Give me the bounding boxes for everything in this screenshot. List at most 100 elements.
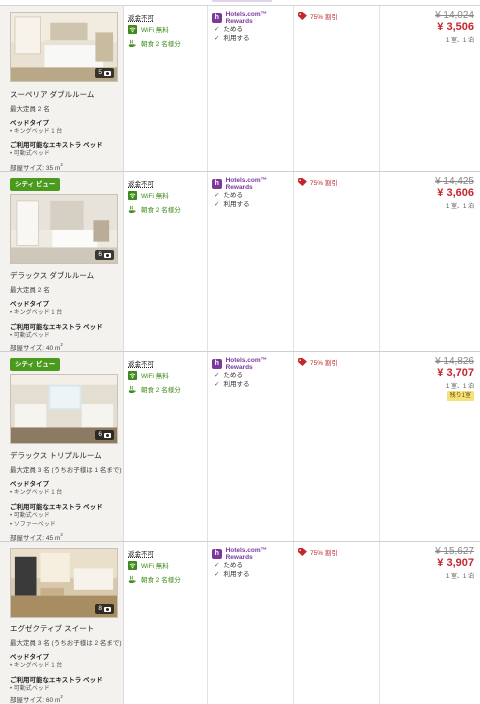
- view-badge: シティ ビュー: [10, 358, 61, 371]
- room-row: 5 スーペリア ダブルルーム 最大定員 2 名 ベッドタイプ キングベッド 1 …: [0, 6, 480, 172]
- rewards-cell: hHotels.com™ Rewards ためる 利用する: [208, 172, 294, 351]
- room-capacity: 最大定員 3 名 (うちお子様は 1 名まで): [10, 467, 122, 474]
- photo-count-badge[interactable]: 6: [95, 430, 114, 440]
- wifi-label: WiFi 無料: [141, 373, 169, 380]
- rewards-redeem: 利用する: [214, 378, 249, 388]
- wifi-amenity: WiFi 無料: [128, 190, 169, 200]
- extra-bed-item: ソファーベッド: [10, 519, 56, 528]
- room-photo[interactable]: 6: [10, 374, 118, 444]
- room-size: 部屋サイズ: 45 m2: [10, 532, 63, 542]
- rewards-logo-icon: h: [212, 359, 222, 369]
- rewards-redeem: 利用する: [214, 568, 249, 578]
- photo-count: 6: [98, 431, 102, 438]
- refund-policy[interactable]: 返金不可: [128, 178, 154, 188]
- breakfast-label: 朝食 2 名様分: [141, 207, 181, 214]
- rewards-cell: hHotels.com™ Rewards ためる 利用する: [208, 542, 294, 704]
- room-size: 部屋サイズ: 40 m2: [10, 342, 63, 352]
- current-price: ¥ 3,907: [437, 557, 474, 569]
- rewards-redeem: 利用する: [214, 198, 249, 208]
- room-options-cell: 返金不可 WiFi 無料 朝食 2 名様分: [124, 542, 208, 704]
- room-capacity: 最大定員 3 名 (うちお子様は 2 名まで): [10, 640, 122, 647]
- deal-cell: 75% 割引: [294, 172, 380, 351]
- discount-label: 75% 割引: [310, 360, 338, 367]
- breakfast-icon: [128, 385, 136, 393]
- photo-count-badge[interactable]: 5: [95, 68, 114, 78]
- rewards-logo-icon: h: [212, 179, 222, 189]
- wifi-amenity: WiFi 無料: [128, 560, 169, 570]
- room-name[interactable]: スーペリア ダブルルーム: [10, 89, 94, 100]
- price-note: 1 室、1 泊: [445, 204, 474, 210]
- room-size: 部屋サイズ: 60 m2: [10, 694, 63, 704]
- room-size: 部屋サイズ: 35 m2: [10, 162, 63, 172]
- extra-bed-item: 可動式ベッド: [10, 683, 50, 692]
- original-price: ¥ 14,024: [435, 10, 474, 21]
- price-tag-icon: [298, 548, 307, 556]
- refund-policy[interactable]: 返金不可: [128, 548, 154, 558]
- breakfast-icon: [128, 39, 136, 47]
- photo-count-badge[interactable]: 8: [95, 604, 114, 614]
- discount-badge: 75% 割引: [298, 547, 338, 557]
- wifi-icon: [128, 190, 137, 200]
- wifi-amenity: WiFi 無料: [128, 24, 169, 34]
- room-photo[interactable]: 8: [10, 548, 118, 618]
- refund-policy[interactable]: 返金不可: [128, 358, 154, 368]
- photo-count: 8: [98, 605, 102, 612]
- photo-count: 6: [98, 251, 102, 258]
- breakfast-icon: [128, 205, 136, 213]
- deal-cell: 75% 割引: [294, 542, 380, 704]
- price-cell: ¥ 14,425 ¥ 3,606 1 室、1 泊: [380, 172, 480, 351]
- wifi-label: WiFi 無料: [141, 563, 169, 570]
- original-price: ¥ 15,627: [435, 546, 474, 557]
- rewards-cell: hHotels.com™ Rewards ためる 利用する: [208, 6, 294, 171]
- breakfast-amenity: 朝食 2 名様分: [128, 204, 181, 214]
- room-info-cell: シティ ビュー 6 デラックス ダブルルーム 最大定員 2 名 ベッドタイプ キ…: [0, 172, 124, 352]
- camera-icon: [104, 252, 111, 258]
- deal-cell: 75% 割引: [294, 352, 380, 541]
- rewards-header-hint: [212, 0, 272, 2]
- room-info-cell: 8 エグゼクティブ スイート 最大定員 3 名 (うちお子様は 2 名まで) ベ…: [0, 542, 124, 704]
- rooms-left-badge: 残り1室: [446, 391, 474, 401]
- extra-bed-item: 可動式ベッド: [10, 148, 50, 157]
- room-capacity: 最大定員 2 名: [10, 106, 50, 113]
- bed-type: キングベッド 1 台: [10, 307, 63, 316]
- bed-type: キングベッド 1 台: [10, 126, 63, 135]
- price-tag-icon: [298, 358, 307, 366]
- refund-policy[interactable]: 返金不可: [128, 12, 154, 22]
- wifi-icon: [128, 24, 137, 34]
- discount-badge: 75% 割引: [298, 11, 338, 21]
- room-info-cell: 5 スーペリア ダブルルーム 最大定員 2 名 ベッドタイプ キングベッド 1 …: [0, 6, 124, 172]
- rewards-logo-icon: h: [212, 549, 222, 559]
- camera-icon: [104, 606, 111, 612]
- room-options-cell: 返金不可 WiFi 無料 朝食 2 名様分: [124, 6, 208, 171]
- room-name[interactable]: デラックス ダブルルーム: [10, 270, 94, 281]
- discount-label: 75% 割引: [310, 14, 338, 21]
- room-row: シティ ビュー 6 デラックス トリプルルーム 最大定員 3 名 (うちお子様は…: [0, 352, 480, 542]
- discount-badge: 75% 割引: [298, 177, 338, 187]
- photo-count-badge[interactable]: 6: [95, 250, 114, 260]
- discount-label: 75% 割引: [310, 180, 338, 187]
- breakfast-amenity: 朝食 2 名様分: [128, 38, 181, 48]
- discount-label: 75% 割引: [310, 550, 338, 557]
- bed-type: キングベッド 1 台: [10, 660, 63, 669]
- room-name[interactable]: デラックス トリプルルーム: [10, 450, 102, 461]
- room-capacity: 最大定員 2 名: [10, 287, 50, 294]
- wifi-icon: [128, 370, 137, 380]
- price-cell: ¥ 14,826 ¥ 3,707 1 室、1 泊 残り1室: [380, 352, 480, 541]
- camera-icon: [104, 70, 111, 76]
- rewards-redeem: 利用する: [214, 32, 249, 42]
- room-photo[interactable]: 5: [10, 12, 118, 82]
- wifi-icon: [128, 560, 137, 570]
- wifi-amenity: WiFi 無料: [128, 370, 169, 380]
- room-name[interactable]: エグゼクティブ スイート: [10, 623, 94, 634]
- original-price: ¥ 14,425: [435, 176, 474, 187]
- price-note: 1 室、1 泊: [445, 574, 474, 580]
- breakfast-label: 朝食 2 名様分: [141, 577, 181, 584]
- room-options-cell: 返金不可 WiFi 無料 朝食 2 名様分: [124, 352, 208, 541]
- current-price: ¥ 3,606: [437, 187, 474, 199]
- price-note: 1 室、1 泊: [445, 384, 474, 390]
- wifi-label: WiFi 無料: [141, 193, 169, 200]
- room-photo[interactable]: 6: [10, 194, 118, 264]
- breakfast-label: 朝食 2 名様分: [141, 387, 181, 394]
- breakfast-icon: [128, 575, 136, 583]
- breakfast-amenity: 朝食 2 名様分: [128, 384, 181, 394]
